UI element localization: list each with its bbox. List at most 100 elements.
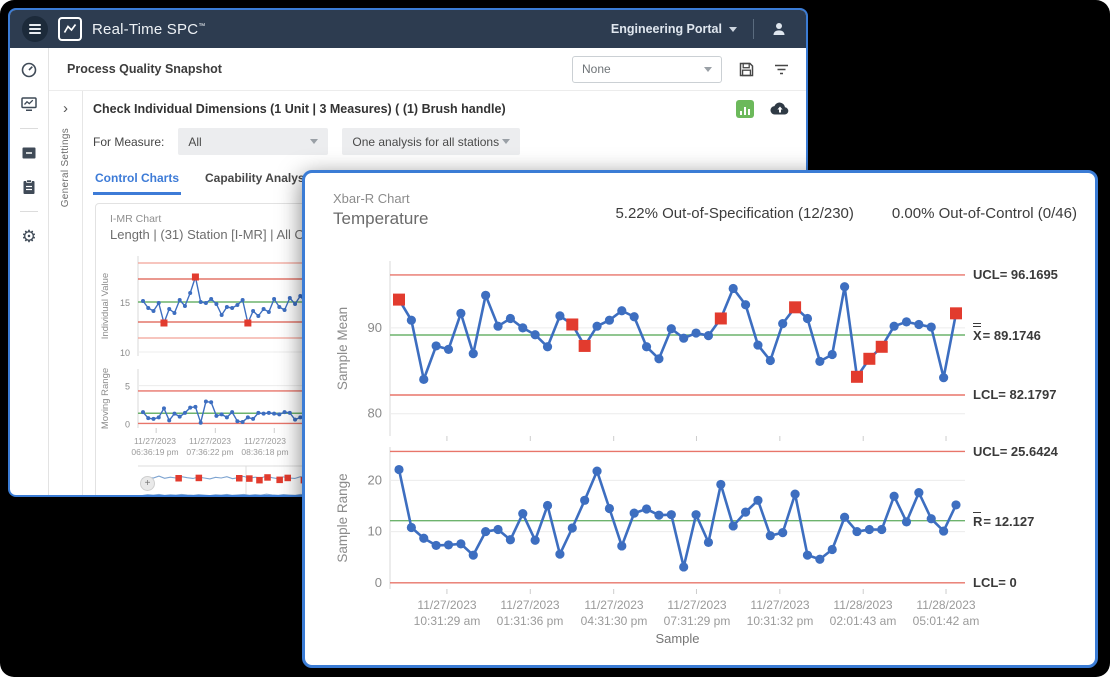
data-point[interactable] [162, 406, 166, 410]
data-point[interactable] [555, 550, 564, 559]
data-point[interactable] [778, 528, 787, 537]
data-point[interactable] [151, 309, 155, 313]
data-point[interactable] [272, 297, 276, 301]
data-point[interactable] [890, 492, 899, 501]
data-point[interactable] [225, 415, 229, 419]
data-point[interactable] [241, 298, 245, 302]
data-point[interactable] [654, 354, 663, 363]
data-point[interactable] [183, 304, 187, 308]
data-point[interactable] [235, 419, 239, 423]
data-point[interactable] [432, 541, 441, 550]
data-point[interactable] [951, 500, 960, 509]
sidebar-item-monitoring[interactable] [18, 94, 40, 114]
data-point[interactable] [729, 521, 738, 530]
data-point[interactable] [277, 412, 281, 416]
out-of-spec-marker[interactable] [876, 341, 888, 353]
data-point[interactable] [481, 527, 490, 536]
data-point[interactable] [493, 525, 502, 534]
data-point[interactable] [753, 496, 762, 505]
data-point[interactable] [267, 310, 271, 314]
data-point[interactable] [432, 341, 441, 350]
out-of-spec-marker[interactable] [160, 320, 167, 327]
navigator-zoom-button[interactable]: + [140, 476, 155, 491]
data-point[interactable] [704, 331, 713, 340]
data-point[interactable] [518, 323, 527, 332]
data-point[interactable] [642, 504, 651, 513]
data-point[interactable] [193, 405, 197, 409]
data-point[interactable] [852, 527, 861, 536]
sidebar-item-reports[interactable] [18, 177, 40, 197]
sidebar-item-archive[interactable] [18, 143, 40, 163]
out-of-spec-marker[interactable] [244, 320, 251, 327]
data-point[interactable] [151, 417, 155, 421]
data-point[interactable] [592, 322, 601, 331]
data-point[interactable] [157, 301, 161, 305]
data-point[interactable] [262, 412, 266, 416]
data-point[interactable] [518, 509, 527, 518]
tab-capability-analysis[interactable]: Capability Analysis [203, 167, 317, 195]
data-point[interactable] [580, 496, 589, 505]
data-point[interactable] [407, 523, 416, 532]
data-point[interactable] [741, 300, 750, 309]
data-point[interactable] [293, 418, 297, 422]
data-point[interactable] [914, 320, 923, 329]
data-point[interactable] [220, 313, 224, 317]
data-point[interactable] [456, 309, 465, 318]
data-point[interactable] [251, 309, 255, 313]
export-button[interactable] [768, 99, 792, 118]
data-point[interactable] [246, 415, 250, 419]
data-point[interactable] [679, 334, 688, 343]
data-point[interactable] [902, 517, 911, 526]
data-point[interactable] [444, 540, 453, 549]
data-point[interactable] [204, 301, 208, 305]
data-point[interactable] [654, 511, 663, 520]
data-point[interactable] [543, 342, 552, 351]
data-point[interactable] [256, 314, 260, 318]
out-of-spec-marker[interactable] [579, 340, 591, 352]
data-point[interactable] [704, 538, 713, 547]
data-point[interactable] [407, 316, 416, 325]
data-point[interactable] [188, 406, 192, 410]
data-point[interactable] [766, 356, 775, 365]
data-point[interactable] [230, 410, 234, 414]
data-point[interactable] [277, 305, 281, 309]
out-of-spec-marker[interactable] [950, 307, 962, 319]
data-point[interactable] [394, 465, 403, 474]
data-point[interactable] [840, 282, 849, 291]
data-point[interactable] [272, 412, 276, 416]
data-point[interactable] [828, 350, 837, 359]
data-point[interactable] [469, 551, 478, 560]
data-point[interactable] [605, 504, 614, 513]
data-point[interactable] [605, 316, 614, 325]
data-point[interactable] [293, 302, 297, 306]
sidebar-item-dashboard[interactable] [18, 60, 40, 80]
data-point[interactable] [256, 411, 260, 415]
data-point[interactable] [691, 328, 700, 337]
out-of-spec-marker[interactable] [192, 274, 199, 281]
data-point[interactable] [803, 314, 812, 323]
data-point[interactable] [146, 306, 150, 310]
data-point[interactable] [729, 284, 738, 293]
data-point[interactable] [146, 416, 150, 420]
data-point[interactable] [283, 308, 287, 312]
data-point[interactable] [716, 480, 725, 489]
data-point[interactable] [235, 303, 239, 307]
data-point[interactable] [914, 488, 923, 497]
data-point[interactable] [617, 541, 626, 550]
out-of-spec-marker[interactable] [789, 301, 801, 313]
out-of-spec-marker[interactable] [715, 312, 727, 324]
data-point[interactable] [283, 410, 287, 414]
data-point[interactable] [188, 291, 192, 295]
data-point[interactable] [493, 322, 502, 331]
data-point[interactable] [506, 314, 515, 323]
save-button[interactable] [736, 59, 757, 80]
data-point[interactable] [506, 535, 515, 544]
sidebar-item-settings[interactable]: ⚙ [18, 226, 40, 246]
data-point[interactable] [691, 510, 700, 519]
data-point[interactable] [172, 311, 176, 315]
data-point[interactable] [667, 510, 676, 519]
out-of-spec-marker[interactable] [851, 371, 863, 383]
data-point[interactable] [204, 400, 208, 404]
out-of-spec-marker[interactable] [863, 353, 875, 365]
data-point[interactable] [531, 536, 540, 545]
